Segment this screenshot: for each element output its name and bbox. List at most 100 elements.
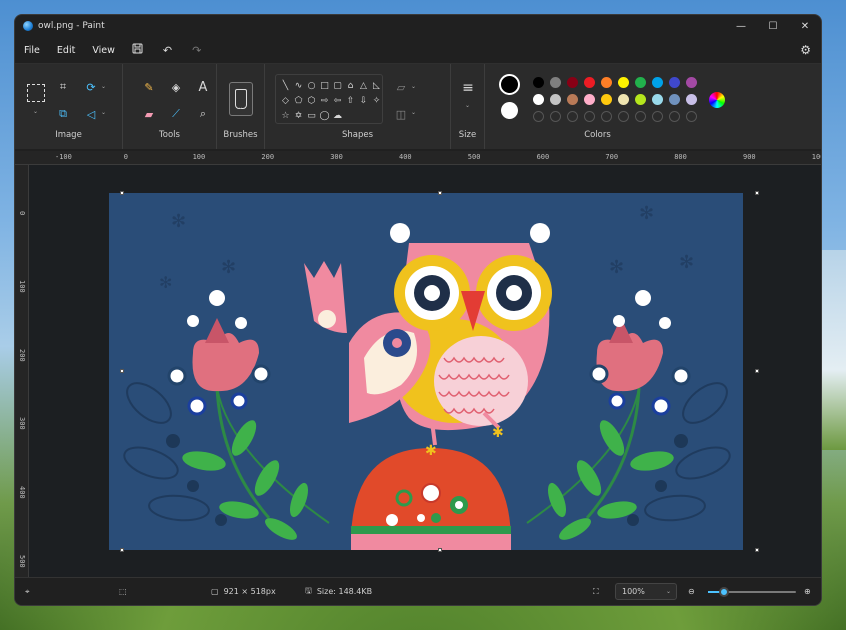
undo-icon[interactable]: ↶ (163, 44, 172, 57)
palette-color-5[interactable] (601, 77, 612, 88)
rotate-icon[interactable]: ⟳ (83, 79, 99, 95)
maximize-button[interactable]: ☐ (757, 21, 789, 32)
resize-handle-top-left[interactable] (120, 191, 124, 195)
palette-color-8[interactable] (652, 77, 663, 88)
curve-shape-icon[interactable]: ∿ (295, 81, 303, 91)
zoom-slider-thumb[interactable] (718, 587, 729, 597)
menu-edit[interactable]: Edit (57, 45, 75, 56)
flip-icon[interactable]: ◁ (83, 106, 99, 122)
callout-shape-icon[interactable]: ▭ (307, 111, 316, 121)
five-point-star-shape-icon[interactable]: ☆ (281, 111, 289, 121)
polygon-shape-icon[interactable]: ⌂ (348, 81, 354, 91)
custom-color-slot-1[interactable] (533, 111, 544, 122)
color-picker-icon[interactable]: ⟋ (168, 106, 184, 122)
menu-file[interactable]: File (24, 45, 40, 56)
outline-icon[interactable]: ▱ (393, 79, 409, 95)
fit-to-window-icon[interactable]: ⛶ (593, 587, 599, 597)
rounded-rectangle-shape-icon[interactable]: ▢ (333, 81, 342, 91)
save-icon[interactable] (132, 43, 143, 57)
eraser-icon[interactable]: ▰ (141, 106, 157, 122)
zoom-out-icon[interactable]: ⊖ (688, 587, 695, 596)
custom-color-slot-2[interactable] (550, 111, 561, 122)
custom-color-slot-10[interactable] (686, 111, 697, 122)
palette-color-2[interactable] (550, 77, 561, 88)
rectangle-shape-icon[interactable]: □ (320, 81, 329, 91)
title-bar[interactable]: owl.png - Paint — ☐ ✕ (15, 15, 821, 37)
palette-color-light-10[interactable] (686, 94, 697, 105)
palette-color-light-9[interactable] (669, 94, 680, 105)
pencil-icon[interactable]: ✎ (141, 79, 157, 95)
up-arrow-shape-icon[interactable]: ⇧ (347, 96, 355, 106)
primary-color-swatch[interactable] (499, 74, 520, 95)
custom-color-slot-6[interactable] (618, 111, 629, 122)
palette-color-light-3[interactable] (567, 94, 578, 105)
resize-handle-bottom[interactable] (438, 548, 442, 552)
redo-icon[interactable]: ↷ (192, 44, 201, 57)
resize-handle-top[interactable] (438, 191, 442, 195)
fill-bucket-icon[interactable]: ◈ (168, 79, 184, 95)
palette-color-light-1[interactable] (533, 94, 544, 105)
hexagon-shape-icon[interactable]: ⬡ (308, 96, 316, 106)
triangle-shape-icon[interactable]: △ (360, 81, 367, 91)
canvas-area[interactable]: ✻ ✻ ✻ ✻ ✻ ✻ ✱ ✱ (29, 165, 821, 577)
palette-color-3[interactable] (567, 77, 578, 88)
right-arrow-shape-icon[interactable]: ⇨ (321, 96, 329, 106)
palette-color-6[interactable] (618, 77, 629, 88)
palette-color-light-6[interactable] (618, 94, 629, 105)
down-arrow-shape-icon[interactable]: ⇩ (360, 96, 368, 106)
resize-handle-top-right[interactable] (755, 191, 759, 195)
line-shape-icon[interactable]: ╲ (283, 81, 288, 91)
fill-dropdown-chevron-icon[interactable]: ⌄ (411, 109, 416, 116)
stroke-size-icon[interactable]: ≡ (460, 80, 476, 96)
resize-icon[interactable]: ⧉ (55, 106, 71, 122)
custom-color-slot-8[interactable] (652, 111, 663, 122)
right-triangle-shape-icon[interactable]: ◺ (373, 81, 380, 91)
minimize-button[interactable]: — (725, 21, 757, 32)
owl-image[interactable]: ✻ ✻ ✻ ✻ ✻ ✻ ✱ ✱ (109, 193, 743, 550)
size-dropdown-chevron-icon[interactable]: ⌄ (465, 102, 470, 109)
resize-handle-bottom-left[interactable] (120, 548, 124, 552)
select-dropdown-chevron-icon[interactable]: ⌄ (33, 108, 38, 115)
palette-color-4[interactable] (584, 77, 595, 88)
palette-color-light-7[interactable] (635, 94, 646, 105)
palette-color-7[interactable] (635, 77, 646, 88)
magnifier-icon[interactable]: ⌕ (195, 106, 211, 122)
pentagon-shape-icon[interactable]: ⬠ (295, 96, 303, 106)
zoom-level-select[interactable]: 100% ⌄ (615, 583, 677, 600)
cloud-callout-shape-icon[interactable]: ☁ (333, 111, 342, 121)
secondary-color-swatch[interactable] (501, 102, 518, 119)
palette-color-10[interactable] (686, 77, 697, 88)
flip-dropdown-chevron-icon[interactable]: ⌄ (101, 109, 106, 116)
palette-color-light-5[interactable] (601, 94, 612, 105)
settings-gear-icon[interactable]: ⚙ (800, 43, 811, 57)
custom-color-slot-4[interactable] (584, 111, 595, 122)
zoom-in-icon[interactable]: ⊕ (804, 587, 811, 596)
zoom-slider[interactable] (708, 587, 796, 597)
resize-handle-right[interactable] (755, 369, 759, 373)
crop-icon[interactable]: ⌗ (55, 79, 71, 95)
palette-color-1[interactable] (533, 77, 544, 88)
oval-callout-shape-icon[interactable]: ◯ (319, 111, 329, 121)
custom-color-slot-3[interactable] (567, 111, 578, 122)
diamond-shape-icon[interactable]: ◇ (282, 96, 289, 106)
select-icon[interactable] (27, 84, 45, 102)
oval-shape-icon[interactable]: ○ (308, 81, 316, 91)
edit-colors-icon[interactable] (709, 92, 725, 108)
palette-color-light-4[interactable] (584, 94, 595, 105)
custom-color-slot-7[interactable] (635, 111, 646, 122)
fill-icon[interactable]: ◫ (393, 106, 409, 122)
palette-color-light-8[interactable] (652, 94, 663, 105)
menu-view[interactable]: View (92, 45, 115, 56)
custom-color-slot-9[interactable] (669, 111, 680, 122)
four-point-star-shape-icon[interactable]: ✧ (373, 96, 381, 106)
brushes-dropdown-chevron-icon[interactable]: ⌄ (238, 104, 243, 111)
rotate-dropdown-chevron-icon[interactable]: ⌄ (101, 83, 106, 90)
close-button[interactable]: ✕ (789, 21, 821, 32)
six-point-star-shape-icon[interactable]: ✡ (295, 111, 303, 121)
outline-dropdown-chevron-icon[interactable]: ⌄ (411, 83, 416, 90)
resize-handle-bottom-right[interactable] (755, 548, 759, 552)
left-arrow-shape-icon[interactable]: ⇦ (334, 96, 342, 106)
custom-color-slot-5[interactable] (601, 111, 612, 122)
resize-handle-left[interactable] (120, 369, 124, 373)
palette-color-light-2[interactable] (550, 94, 561, 105)
